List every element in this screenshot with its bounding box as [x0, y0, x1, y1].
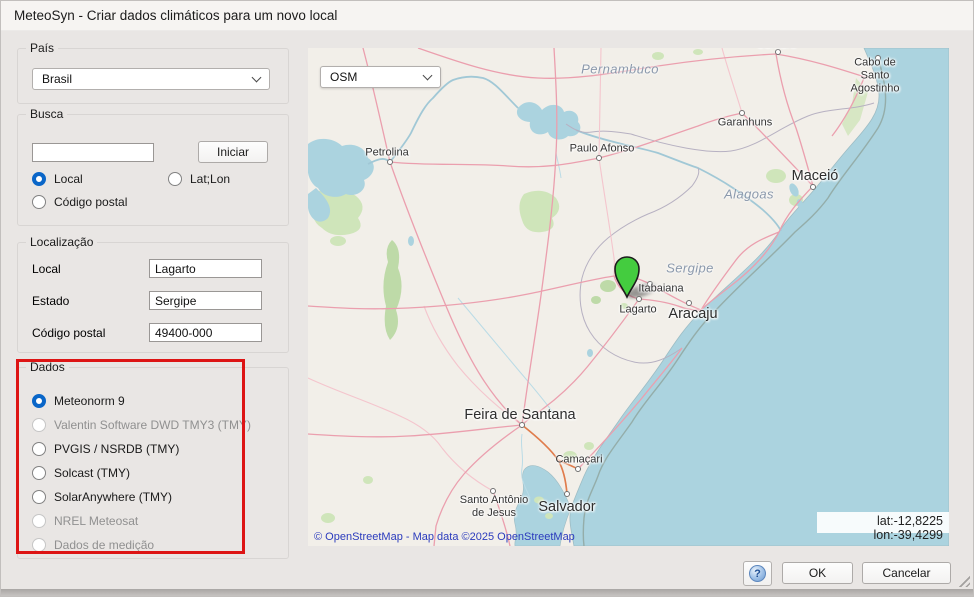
location-state-label: Estado: [32, 294, 69, 308]
help-icon: ?: [749, 565, 766, 582]
country-group: País Brasil: [17, 48, 289, 104]
location-postal-input[interactable]: [149, 323, 262, 342]
radio-pvgis-nsrdb-icon[interactable]: [32, 442, 46, 456]
data-option-solcast-label: Solcast (TMY): [54, 466, 130, 480]
search-mode-local-label: Local: [54, 172, 83, 186]
map-attribution: © OpenStreetMap - Map data ©2025 OpenStr…: [314, 531, 575, 543]
coordinates-readout: lat:-12,8225 lon:-39,4299: [817, 512, 949, 533]
city-label-maceio: Maceió: [792, 168, 839, 184]
city-label-garanhuns: Garanhuns: [718, 117, 772, 130]
ok-button[interactable]: OK: [782, 562, 853, 584]
city-dot-petrolina: [387, 159, 393, 165]
data-option-solcast[interactable]: Solcast (TMY): [32, 465, 251, 481]
state-label-sergipe: Sergipe: [666, 261, 714, 276]
data-option-measured-data-label: Dados de medição: [54, 538, 154, 552]
location-state-input[interactable]: [149, 291, 262, 310]
location-local-input[interactable]: [149, 259, 262, 278]
radio-measured-data-icon: [32, 538, 46, 552]
search-group-label: Busca: [26, 107, 67, 121]
location-group: Localização Local Estado Código postal: [17, 242, 289, 353]
data-option-valentin-dwd-label: Valentin Software DWD TMY3 (TMY): [54, 418, 251, 432]
country-select-value: Brasil: [42, 72, 72, 86]
radio-solcast-icon[interactable]: [32, 466, 46, 480]
radio-latlon-icon[interactable]: [168, 172, 182, 186]
search-mode-postal[interactable]: Código postal: [32, 195, 127, 209]
city-label-itabaiana: Itabaiana: [638, 283, 683, 296]
search-mode-latlon-label: Lat;Lon: [190, 172, 230, 186]
city-label-petrolina: Petrolina: [365, 147, 408, 160]
window-title: MeteoSyn - Criar dados climáticos para u…: [14, 1, 337, 31]
search-mode-local[interactable]: Local: [32, 172, 83, 186]
city-label-feira-de-santana: Feira de Santana: [464, 407, 575, 423]
city-dot-lagarto: [636, 296, 642, 302]
search-input[interactable]: [32, 143, 154, 162]
data-option-solaranywhere[interactable]: SolarAnywhere (TMY): [32, 489, 251, 505]
radio-valentin-dwd-icon: [32, 418, 46, 432]
city-dot-camacari: [575, 466, 581, 472]
data-option-meteonorm[interactable]: Meteonorm 9: [32, 393, 251, 409]
city-label-salvador: Salvador: [538, 499, 595, 515]
radio-local-icon[interactable]: [32, 172, 46, 186]
cancel-button[interactable]: Cancelar: [862, 562, 951, 584]
data-option-pvgis-nsrdb[interactable]: PVGIS / NSRDB (TMY): [32, 441, 251, 457]
search-start-button[interactable]: Iniciar: [198, 141, 268, 163]
location-group-label: Localização: [26, 235, 97, 249]
city-label-cabo: Cabo de Santo Agostinho: [838, 57, 912, 96]
search-mode-postal-label: Código postal: [54, 195, 127, 209]
data-option-solaranywhere-label: SolarAnywhere (TMY): [54, 490, 172, 504]
city-dot-maceio: [810, 184, 816, 190]
data-option-nrel-meteosat: NREL Meteosat: [32, 513, 251, 529]
data-option-measured-data: Dados de medição: [32, 537, 251, 553]
data-option-pvgis-nsrdb-label: PVGIS / NSRDB (TMY): [54, 442, 179, 456]
data-option-nrel-meteosat-label: NREL Meteosat: [54, 514, 138, 528]
city-dot-salvador: [564, 491, 570, 497]
city-label-santo-antonio: Santo Antônio de Jesus: [460, 494, 529, 520]
title-bar: MeteoSyn - Criar dados climáticos para u…: [1, 1, 973, 31]
city-label-camacari: Camaçari: [555, 454, 602, 467]
city-label-lagarto: Lagarto: [619, 304, 656, 317]
city-label-paulo-afonso: Paulo Afonso: [570, 143, 635, 156]
location-local-label: Local: [32, 262, 61, 276]
map-canvas[interactable]: Pernambuco Alagoas Sergipe Caruaru Cabo …: [308, 48, 949, 546]
chevron-down-icon: [423, 71, 433, 81]
city-label-aracaju: Aracaju: [668, 306, 717, 322]
chevron-down-icon: [252, 73, 262, 83]
search-mode-latlon[interactable]: Lat;Lon: [168, 172, 230, 186]
city-label-caruaru: Caruaru: [756, 48, 796, 52]
data-source-group-label: Dados: [26, 360, 69, 374]
help-button[interactable]: ?: [743, 561, 772, 586]
search-group: Busca Iniciar Local Lat;Lon Código posta…: [17, 114, 289, 226]
state-label-alagoas: Alagoas: [724, 187, 774, 202]
map-layer-select-value: OSM: [330, 70, 357, 84]
state-label-pernambuco: Pernambuco: [581, 62, 659, 77]
country-select[interactable]: Brasil: [32, 68, 270, 90]
meteosyn-dialog: MeteoSyn - Criar dados climáticos para u…: [0, 0, 974, 597]
city-dot-paulo-afonso: [596, 155, 602, 161]
country-group-label: País: [26, 41, 58, 55]
radio-postal-icon[interactable]: [32, 195, 46, 209]
window-bottom-edge: [1, 589, 973, 596]
map-vector-layer: [308, 48, 949, 546]
data-source-group: Dados Meteonorm 9 Valentin Software DWD …: [17, 367, 289, 559]
location-postal-label: Código postal: [32, 326, 105, 340]
map-layer-select[interactable]: OSM: [320, 66, 441, 88]
radio-meteonorm-icon[interactable]: [32, 394, 46, 408]
resize-grip[interactable]: [956, 573, 970, 587]
data-option-meteonorm-label: Meteonorm 9: [54, 394, 125, 408]
radio-solaranywhere-icon[interactable]: [32, 490, 46, 504]
city-dot-garanhuns: [739, 110, 745, 116]
radio-nrel-meteosat-icon: [32, 514, 46, 528]
data-option-valentin-dwd: Valentin Software DWD TMY3 (TMY): [32, 417, 251, 433]
